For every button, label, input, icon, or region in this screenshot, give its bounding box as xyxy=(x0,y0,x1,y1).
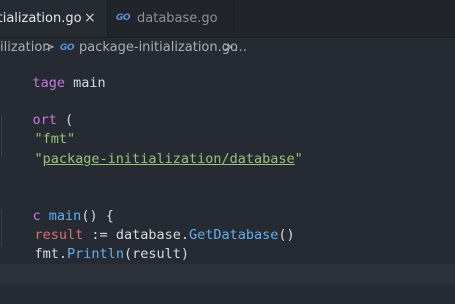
code-line-5: "package-initialization/database" xyxy=(34,151,303,167)
tab-database[interactable]: GO database.go xyxy=(108,0,235,37)
code-line-1: tage main xyxy=(32,75,106,91)
tab-label: itialization.go xyxy=(0,11,82,26)
code-line-10: fmt.Println(result) xyxy=(34,246,190,262)
tab-package-initialization[interactable]: itialization.go × xyxy=(0,0,108,37)
breadcrumb-file[interactable]: package-initialization.go xyxy=(79,40,238,55)
breadcrumb-folder[interactable]: ilization xyxy=(0,40,51,55)
current-line-highlight xyxy=(0,264,455,284)
breadcrumb-more[interactable]: … xyxy=(234,40,247,55)
go-file-icon: GO xyxy=(116,13,131,23)
import-path-link[interactable]: package-initialization/database xyxy=(43,151,295,167)
code-editor[interactable]: tage main ort ( "fmt" "package-initializ… xyxy=(0,58,455,304)
breadcrumb: ilization > GO package-initialization.go… xyxy=(0,38,455,58)
code-line-3: ort ( xyxy=(32,112,74,128)
close-icon[interactable]: × xyxy=(84,10,96,26)
code-line-4: "fmt" xyxy=(34,131,76,147)
tab-bar: itialization.go × GO database.go xyxy=(0,0,455,38)
code-line-8: c main() { xyxy=(32,208,114,224)
go-file-icon: GO xyxy=(60,43,75,53)
breadcrumb-separator: > xyxy=(223,40,234,55)
tab-label: database.go xyxy=(137,11,218,26)
code-line-9: result := database.GetDatabase() xyxy=(34,227,295,243)
breadcrumb-separator: > xyxy=(44,40,55,55)
